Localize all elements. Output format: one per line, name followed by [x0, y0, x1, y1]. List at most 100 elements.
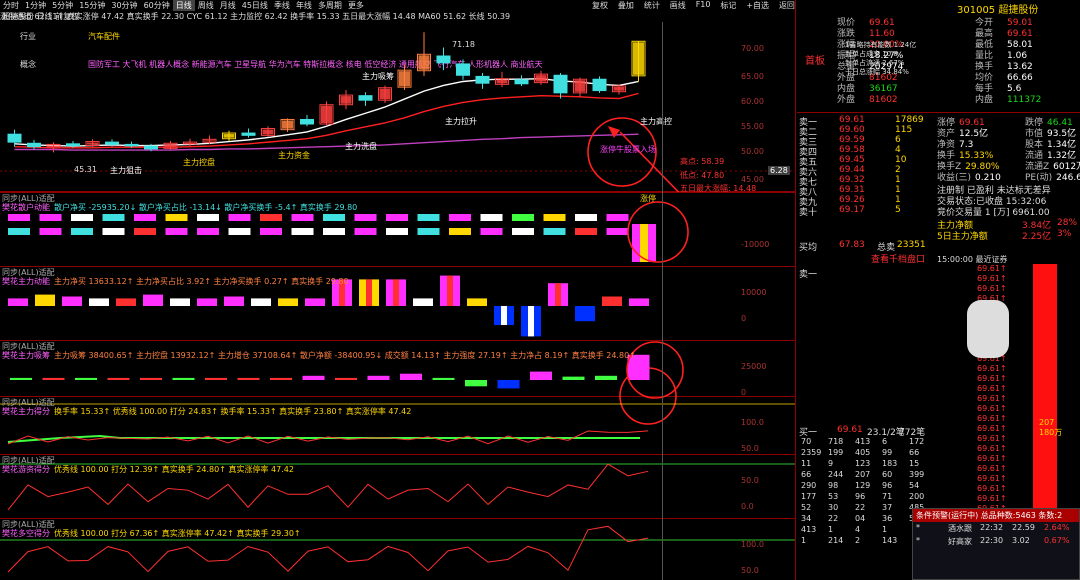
period-tab[interactable]: 周线 [195, 0, 217, 11]
candle[interactable] [66, 143, 80, 147]
price-tick: 60.00 [741, 97, 764, 106]
accum-bar [400, 373, 422, 380]
candle[interactable] [124, 143, 139, 147]
tick-price: 69.61↑ [977, 454, 1007, 463]
book-volume: 4 [895, 145, 901, 155]
candle[interactable] [300, 118, 314, 125]
popup-cell: 酒水跟 [948, 524, 972, 533]
toolbar-button[interactable]: 返回 [779, 0, 795, 11]
candle[interactable] [7, 133, 22, 143]
book-level: 卖十 [799, 208, 818, 218]
queue-cell: 22 [828, 514, 839, 523]
panel-tick: 50.0 [741, 476, 759, 485]
toolbar-button[interactable]: 复权 [592, 0, 608, 11]
candle-fill [613, 87, 625, 91]
candle[interactable] [144, 145, 158, 150]
toolbar-button[interactable]: F10 [696, 0, 711, 11]
book-price: 69.59 [839, 135, 865, 145]
candle[interactable] [241, 132, 256, 136]
candle[interactable] [553, 74, 568, 94]
candle-fill [223, 134, 235, 138]
queue-cell: 04 [855, 514, 866, 523]
toolbar-button[interactable]: 标记 [720, 0, 736, 11]
candle[interactable] [105, 141, 119, 145]
candle[interactable] [27, 142, 41, 148]
alert-popup[interactable]: 条件预警(运行中) 总品种数:5463 条数:2 * 酒水跟 22:32 22.59 2… [912, 508, 1080, 580]
flow-bar-stripe [393, 279, 399, 306]
annot-text: 主力拉升 [445, 117, 477, 126]
queue-cell: 200 [909, 492, 925, 501]
dual-bar-bottom [480, 228, 503, 235]
candle[interactable] [358, 95, 373, 101]
candle[interactable] [514, 79, 529, 85]
panel-sync-label: 同步(ALL)适配 [2, 456, 55, 465]
period-tab[interactable]: 季线 [271, 0, 293, 11]
candle[interactable] [475, 75, 490, 84]
screen: 分时 1分钟 5分钟 15分钟 30分钟 60分钟 日线 周线 月线 45日线 季线 年线 多周期 更多 … [0, 0, 1080, 580]
accum-bar [595, 375, 617, 380]
candle[interactable] [436, 55, 451, 64]
panel-fields: 换手率 15.33↑ 优秀线 100.00 打分 24.83↑ 换手率 15.3… [54, 407, 412, 416]
dual-bar-bottom [575, 228, 597, 235]
dual-bar-top [260, 214, 282, 221]
candle-fill [574, 80, 586, 92]
panel-fields: 优秀线 100.00 打分 12.39↑ 真实换手 24.80↑ 真实涨停率 4… [54, 465, 294, 474]
dual-bar-bottom [417, 228, 440, 235]
flow-bar [62, 296, 82, 306]
price-tick: 70.00 [741, 44, 764, 53]
tick-price: 69.61↑ [977, 394, 1007, 403]
period-tab[interactable]: 年线 [293, 0, 315, 11]
popup-row[interactable]: * 酒水跟 22:32 22.59 2.64% [913, 522, 1079, 535]
toolbar-button[interactable]: +自选 [746, 0, 769, 11]
book-volume: 10 [895, 155, 907, 165]
toolbar-button[interactable]: 统计 [644, 0, 660, 11]
flow-bar [116, 298, 136, 306]
dual-bar-top [480, 214, 503, 221]
period-tab[interactable]: 月线 [217, 0, 239, 11]
flow-bar [629, 298, 649, 306]
period-tab[interactable]: 更多 [345, 0, 367, 11]
period-tab[interactable]: 30分钟 [108, 0, 140, 11]
candle[interactable] [592, 78, 607, 92]
popup-row[interactable]: * 好高家 22:30 3.02 0.67% [913, 535, 1079, 548]
period-tab[interactable]: 60分钟 [141, 0, 173, 11]
panel-fields: 散户净买 -25935.20↓ 散户净买占比 -13.14↓ 散户净买换手 -5… [54, 203, 358, 212]
total-sell: 23351 [897, 240, 926, 250]
flow-bar [278, 298, 298, 306]
dual-bar-top [575, 214, 597, 221]
queue-cell: 123 [855, 459, 871, 468]
book-price: 69.60 [839, 125, 865, 135]
period-tab[interactable]: 分时 [0, 0, 22, 11]
jme-value: 2.25亿 [1022, 232, 1052, 242]
view-depth-link[interactable]: 查看千档盘口 [871, 252, 925, 265]
toolbar-button[interactable]: 画线 [670, 0, 686, 11]
dual-bar-bottom [291, 228, 314, 235]
queue-cell: 143 [882, 536, 898, 545]
book-price: 69.61 [839, 115, 865, 125]
candle-fill [535, 75, 547, 82]
flow-bar-stripe [501, 306, 507, 325]
queue-cell: 66 [801, 470, 812, 479]
period-tab[interactable]: 多周期 [315, 0, 345, 11]
toolbar-button[interactable]: 叠加 [618, 0, 634, 11]
queue-cell: 244 [828, 470, 844, 479]
queue-cell: 60 [882, 470, 893, 479]
period-tab[interactable]: 1分钟 [22, 0, 49, 11]
period-tab[interactable]: 日线 [172, 0, 195, 11]
queue-cell: 207 [855, 470, 871, 479]
jme-label: 5日主力净额 [937, 232, 988, 242]
dual-bar-bottom [260, 228, 282, 235]
panel-name: 樊花主力动能 [2, 277, 50, 286]
period-tab[interactable]: 45日线 [239, 0, 271, 11]
period-tab[interactable]: 15分钟 [76, 0, 108, 11]
sub-charts[interactable] [0, 192, 795, 580]
annot-text: 主力狙击 [110, 166, 142, 175]
queue-cell: 11 [801, 459, 812, 468]
dual-bar-top [134, 214, 156, 221]
dual-bar-top [417, 214, 440, 221]
candle[interactable] [456, 63, 470, 76]
tick-price: 69.61↑ [977, 494, 1007, 503]
period-tab[interactable]: 5分钟 [49, 0, 76, 11]
dual-bar-top [354, 214, 377, 221]
dual-bar-bottom [39, 228, 62, 235]
